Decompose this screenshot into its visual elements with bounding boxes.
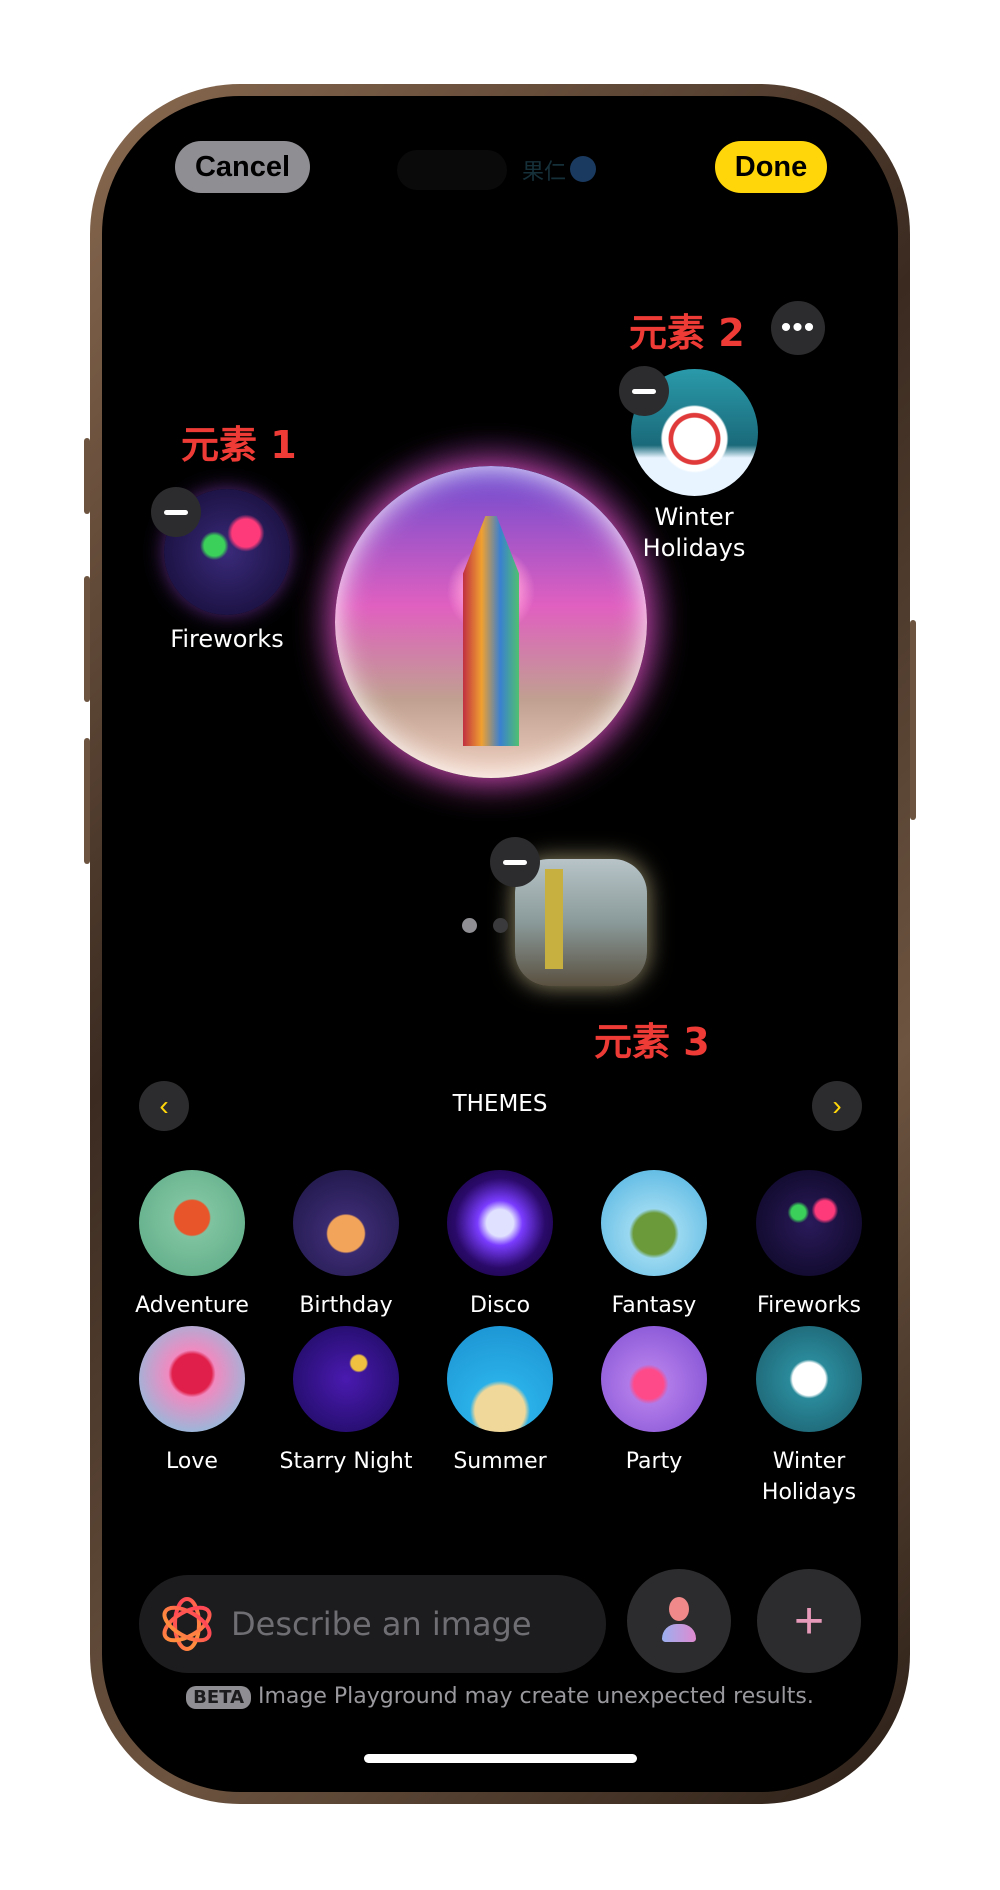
theme-love[interactable]: Love <box>115 1326 269 1477</box>
theme-image <box>139 1170 245 1276</box>
page-dot-2[interactable] <box>493 918 508 933</box>
theme-summer[interactable]: Summer <box>423 1326 577 1477</box>
minus-icon <box>164 509 188 515</box>
cancel-button[interactable]: Cancel <box>175 141 310 193</box>
theme-label: Disco <box>469 1293 531 1318</box>
remove-photo-button[interactable] <box>490 837 540 887</box>
themes-title: THEMES <box>452 1091 548 1117</box>
generated-image-preview[interactable] <box>335 466 647 778</box>
theme-image <box>293 1170 399 1276</box>
minus-icon <box>503 859 527 865</box>
theme-adventure[interactable]: Adventure <box>115 1170 269 1321</box>
disclaimer-text: Image Playground may create unexpected r… <box>258 1684 814 1709</box>
element-photo-image[interactable] <box>515 859 647 986</box>
element-fireworks-label: Fireworks <box>170 625 284 653</box>
annotation-element-3: 元素 3 <box>594 1020 710 1064</box>
theme-image <box>756 1326 862 1432</box>
theme-winter-holidays[interactable]: Winter Holidays <box>732 1326 886 1508</box>
image-playground-icon <box>162 1597 212 1651</box>
screen: Cancel Done 果仁 ••• 元素 2 元素 1 元素 3 Firewo… <box>102 96 898 1792</box>
theme-image <box>601 1326 707 1432</box>
person-icon <box>570 156 596 182</box>
theme-image <box>293 1326 399 1432</box>
disclaimer: BETA Image Playground may create unexpec… <box>102 1684 898 1709</box>
describe-image-input[interactable]: Describe an image <box>139 1575 606 1673</box>
page-dot-1[interactable] <box>462 918 477 933</box>
person-icon <box>669 1597 689 1621</box>
theme-label: Starry Night <box>279 1449 413 1474</box>
theme-birthday[interactable]: Birthday <box>269 1170 423 1321</box>
volume-down-button <box>84 738 90 864</box>
theme-image <box>601 1170 707 1276</box>
add-person-button[interactable] <box>627 1569 731 1673</box>
plus-icon: + <box>793 1592 825 1650</box>
theme-party[interactable]: Party <box>577 1326 731 1477</box>
tower-image <box>463 516 519 746</box>
theme-label: Fantasy <box>611 1293 697 1318</box>
person-icon-body <box>662 1624 696 1642</box>
theme-label: Birthday <box>299 1293 393 1318</box>
annotation-element-2: 元素 2 <box>629 311 745 355</box>
theme-label: Adventure <box>135 1293 249 1318</box>
minus-icon <box>632 388 656 394</box>
ellipsis-icon: ••• <box>780 311 816 344</box>
home-indicator[interactable] <box>364 1754 637 1763</box>
theme-image <box>447 1326 553 1432</box>
remove-fireworks-button[interactable] <box>151 487 201 537</box>
dynamic-island <box>397 150 507 190</box>
input-placeholder: Describe an image <box>231 1605 532 1643</box>
action-button <box>84 438 90 514</box>
add-button[interactable]: + <box>757 1569 861 1673</box>
theme-image <box>447 1170 553 1276</box>
theme-image <box>756 1170 862 1276</box>
done-button[interactable]: Done <box>715 141 827 193</box>
theme-starry-night[interactable]: Starry Night <box>269 1326 423 1477</box>
building-image <box>545 869 563 969</box>
theme-label: Love <box>166 1449 218 1474</box>
theme-fireworks[interactable]: Fireworks <box>732 1170 886 1321</box>
volume-up-button <box>84 576 90 702</box>
more-button[interactable]: ••• <box>771 301 825 355</box>
element-winter-holidays-label: Winter Holidays <box>642 503 746 562</box>
theme-fantasy[interactable]: Fantasy <box>577 1170 731 1321</box>
island-text: 果仁 <box>522 159 567 184</box>
remove-winter-holidays-button[interactable] <box>619 366 669 416</box>
beta-badge: BETA <box>186 1686 251 1709</box>
theme-disco[interactable]: Disco <box>423 1170 577 1321</box>
annotation-element-1: 元素 1 <box>181 423 297 467</box>
theme-image <box>139 1326 245 1432</box>
theme-label: Party <box>625 1449 683 1474</box>
theme-label: Fireworks <box>757 1293 861 1318</box>
theme-label: Winter Holidays <box>761 1449 857 1505</box>
theme-label: Summer <box>453 1449 547 1474</box>
power-button <box>910 620 916 820</box>
